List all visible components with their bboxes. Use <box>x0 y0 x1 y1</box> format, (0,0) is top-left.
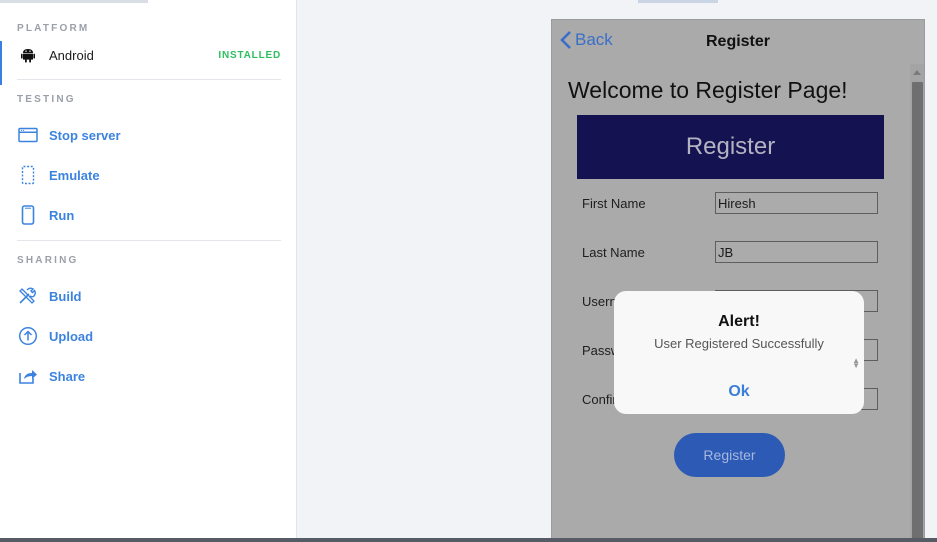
last-name-input[interactable] <box>715 241 878 263</box>
installed-badge: INSTALLED <box>218 49 281 61</box>
alert-message: User Registered Successfully <box>654 336 824 351</box>
sidebar-item-emulate[interactable]: Emulate <box>17 162 281 188</box>
section-title-sharing: SHARING <box>17 255 79 266</box>
sidebar-item-build[interactable]: Build <box>17 283 281 309</box>
sidebar-item-label: Android <box>49 47 94 63</box>
dashed-device-icon <box>17 164 39 186</box>
phone-icon <box>17 204 39 226</box>
sidebar-item-label: Upload <box>49 328 94 344</box>
share-icon <box>17 365 39 387</box>
browser-window-icon <box>17 124 39 146</box>
sidebar-item-label: Build <box>49 288 82 304</box>
active-indicator <box>0 41 2 85</box>
sidebar-item-label: Emulate <box>49 167 100 183</box>
divider <box>17 79 281 80</box>
alert-title: Alert! <box>718 313 760 330</box>
sidebar: PLATFORM Android INSTALLED TESTING Stop … <box>0 0 297 542</box>
sidebar-item-android[interactable]: Android INSTALLED <box>17 42 281 68</box>
upload-circle-icon <box>17 325 39 347</box>
app-root: PLATFORM Android INSTALLED TESTING Stop … <box>0 0 937 542</box>
android-icon <box>17 44 39 66</box>
sidebar-item-upload[interactable]: Upload <box>17 323 281 349</box>
register-banner: Register <box>577 115 884 179</box>
scroll-up-arrow-icon[interactable] <box>913 70 921 75</box>
first-name-input[interactable] <box>715 192 878 214</box>
divider <box>17 240 281 241</box>
sidebar-item-share[interactable]: Share <box>17 363 281 389</box>
register-button[interactable]: Register <box>674 433 785 477</box>
device-navbar: Back Register <box>552 20 924 64</box>
sidebar-item-label: Run <box>49 207 75 223</box>
alert-ok-button[interactable]: Ok <box>614 383 864 401</box>
device-preview: Back Register Welcome to Register Page! … <box>551 19 925 542</box>
main-top-accent <box>638 0 718 3</box>
first-name-label: First Name <box>582 196 646 211</box>
section-title-platform: PLATFORM <box>17 23 90 34</box>
nav-title: Register <box>705 33 771 50</box>
scroll-thumb[interactable] <box>912 82 923 542</box>
section-title-testing: TESTING <box>17 94 76 105</box>
tools-icon <box>17 285 39 307</box>
welcome-heading: Welcome to Register Page! <box>568 77 848 103</box>
sidebar-item-stop-server[interactable]: Stop server <box>17 122 281 148</box>
sidebar-item-label: Stop server <box>49 127 121 143</box>
sidebar-item-run[interactable]: Run <box>17 202 281 228</box>
alert-dialog: Alert! User Registered Successfully ▲ ▼ O… <box>614 291 864 414</box>
banner-title: Register <box>685 133 776 160</box>
sidebar-top-accent <box>0 0 148 3</box>
resize-arrows-icon: ▲ ▼ <box>852 356 860 370</box>
device-scrollbar[interactable] <box>910 64 924 542</box>
last-name-label: Last Name <box>582 245 645 260</box>
sidebar-item-label: Share <box>49 368 86 384</box>
bottom-bar <box>0 538 937 542</box>
